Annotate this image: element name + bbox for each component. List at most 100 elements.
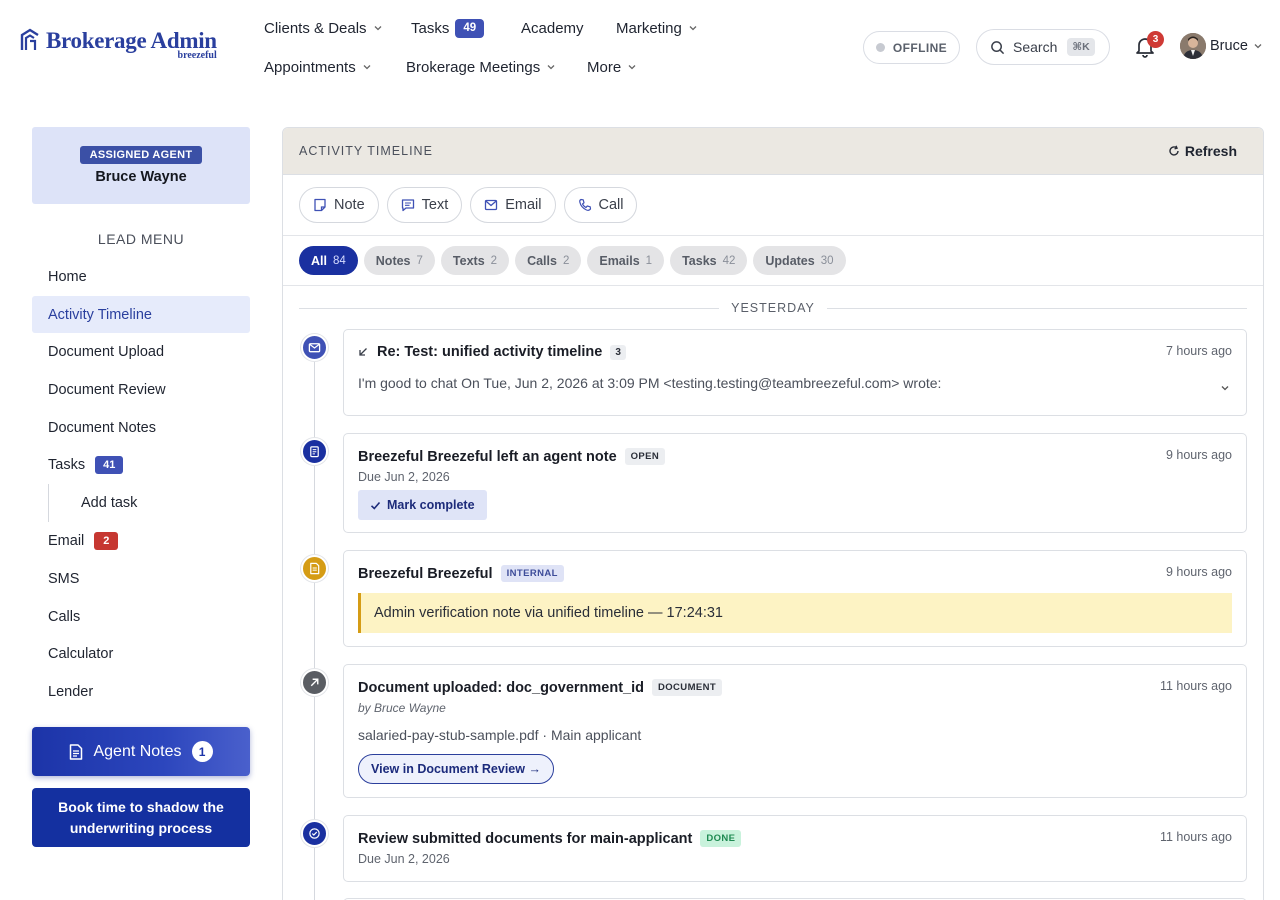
agent-notes-button[interactable]: Agent Notes 1 [32,727,250,776]
sidebar-item-label: Calculator [48,645,114,662]
sidebar-item-label: Document Upload [48,343,165,360]
nav-clients-deals[interactable]: Clients & Deals [264,16,383,40]
nav-marketing[interactable]: Marketing [616,16,698,40]
compose-actions: Note Text Email Call [283,175,1263,236]
search-button[interactable]: Search ⌘K [976,29,1110,65]
sidebar-item-label: SMS [48,570,80,587]
entry-time: 11 hours ago [1159,679,1232,693]
compose-note-label: Note [334,197,365,213]
filter-count: 2 [490,254,498,267]
compose-call-button[interactable]: Call [563,187,638,223]
sidebar-item-label: Email [48,532,85,549]
phone-icon [578,198,591,211]
sidebar-item-document-review[interactable]: Document Review [32,371,250,408]
sidebar-item-document-upload[interactable]: Document Upload [32,333,250,370]
assigned-agent-card: ASSIGNED AGENT Bruce Wayne [32,127,250,204]
sidebar-item-email[interactable]: Email 2 [32,522,250,559]
lead-menu-title: LEAD MENU [97,231,185,247]
chevron-down-icon [363,65,371,70]
nav-label: Appointments [264,58,356,76]
timeline-task-card[interactable]: Review submitted documents for main-appl… [343,815,1247,882]
compose-call-label: Call [598,197,624,213]
activity-timeline-panel: ACTIVITY TIMELINE Refresh Note Text Emai… [282,127,1264,900]
sidebar-item-sms[interactable]: SMS [32,560,250,597]
envelope-icon [301,334,328,361]
chevron-down-icon [547,65,555,70]
filter-all[interactable]: All 84 [299,246,358,275]
timeline-agent-note-card[interactable]: Breezeful Breezeful left an agent note O… [343,433,1247,533]
filter-calls[interactable]: Calls 2 [515,246,582,275]
user-name: Bruce [1210,38,1248,54]
sidebar-item-calls[interactable]: Calls [32,598,250,635]
view-in-document-review-button[interactable]: View in Document Review → [358,754,554,784]
compose-email-button[interactable]: Email [470,187,556,223]
status-dot [875,43,885,52]
timeline-email-card[interactable]: Re: Test: unified activity timeline 3 7 … [343,329,1247,416]
nav-appointments[interactable]: Appointments [264,55,372,79]
user-menu[interactable]: Bruce [1180,33,1263,59]
document-badge: DOCUMENT [652,679,723,696]
tasks-count-badge: 41 [95,455,124,474]
clipboard-icon [301,438,328,465]
filter-tabs: All 84 Notes 7 Texts 2 Calls 2 Emails 1 … [283,236,1263,286]
sidebar-item-tasks[interactable]: Tasks 41 [32,446,250,483]
timeline-internal-note-card[interactable]: Breezeful Breezeful INTERNAL 9 hours ago… [343,550,1247,647]
chevron-down-icon[interactable] [1220,383,1230,393]
arrow-up-right-icon [301,669,328,696]
sidebar-item-add-task[interactable]: Add task [48,484,250,522]
filter-emails[interactable]: Emails 1 [587,246,665,275]
nav-tasks[interactable]: Tasks 49 [411,16,485,40]
sidebar-item-calculator[interactable]: Calculator [32,635,250,672]
check-icon [370,501,381,510]
refresh-button[interactable]: Refresh [1168,143,1237,159]
sidebar-item-home[interactable]: Home [32,258,250,295]
panel-header: ACTIVITY TIMELINE Refresh [283,128,1263,175]
entry-time: 7 hours ago [1165,344,1232,358]
sidebar-item-activity-timeline[interactable]: Activity Timeline [32,296,250,333]
day-divider: YESTERDAY [299,299,1248,317]
note-content: Admin verification note via unified time… [358,593,1232,633]
compose-text-button[interactable]: Text [386,187,463,223]
entry-due-date: Due Jun 2, 2026 [358,852,450,866]
filter-label: Emails [599,253,640,268]
timeline-rail [314,343,315,900]
presence-status-toggle[interactable]: OFFLINE [863,31,960,64]
entry-due-date: Due Jun 2, 2026 [358,470,450,484]
filter-notes[interactable]: Notes 7 [363,246,435,275]
status-label: OFFLINE [892,40,948,55]
note-icon [314,198,326,212]
chevron-down-icon [1254,44,1262,49]
document-icon [70,743,83,760]
nav-more[interactable]: More [587,55,637,79]
timeline-document-card[interactable]: Document uploaded: doc_government_id DOC… [343,664,1247,798]
internal-badge: INTERNAL [500,565,564,582]
filter-label: Notes [375,253,411,268]
user-photo-icon [1180,33,1206,59]
sidebar-item-lender[interactable]: Lender [32,673,250,710]
filter-label: Tasks [682,253,717,268]
nav-brokerage-meetings[interactable]: Brokerage Meetings [406,55,556,79]
mark-complete-button[interactable]: Mark complete [358,490,487,520]
agent-notes-count-badge: 1 [191,741,213,762]
refresh-icon [1169,145,1179,156]
filter-tasks[interactable]: Tasks 42 [670,246,748,275]
filter-texts[interactable]: Texts 2 [440,246,510,275]
nav-academy[interactable]: Academy [521,16,584,40]
entry-title: Breezeful Breezeful [358,565,493,582]
brand-logo[interactable]: Brokerage Admin breezeful [20,28,217,61]
entry-time: 9 hours ago [1165,448,1232,462]
tasks-count-badge: 49 [455,18,485,38]
filter-updates[interactable]: Updates 30 [753,246,846,275]
compose-note-button[interactable]: Note [299,187,379,223]
filter-count: 30 [820,254,834,267]
search-shortcut: ⌘K [1067,38,1095,56]
chevron-down-icon [628,65,636,70]
book-shadow-session-button[interactable]: Book time to shadow the underwriting pro… [32,788,250,847]
entry-author: by Bruce Wayne [358,701,446,715]
nav-label: Brokerage Meetings [406,58,541,76]
filter-label: Updates [765,253,815,268]
entry-title: Breezeful Breezeful left an agent note [358,448,617,465]
sidebar-item-document-notes[interactable]: Document Notes [32,409,250,446]
sidebar-item-label: Document Notes [48,419,156,436]
document-file-info: salaried-pay-stub-sample.pdf · Main appl… [358,727,642,743]
